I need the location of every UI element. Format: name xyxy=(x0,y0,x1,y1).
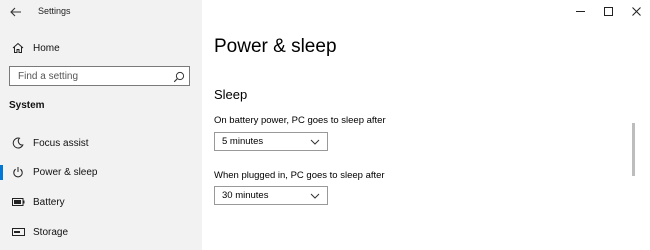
chevron-down-icon xyxy=(310,191,320,201)
section-title-sleep: Sleep xyxy=(214,87,248,102)
battery-icon xyxy=(11,195,25,209)
maximize-button[interactable] xyxy=(594,0,622,24)
window-controls xyxy=(566,0,650,26)
power-icon xyxy=(11,165,25,179)
minimize-button[interactable] xyxy=(566,0,594,24)
sidebar-item-storage[interactable]: Storage xyxy=(0,220,202,244)
titlebar: Settings xyxy=(0,0,202,26)
sidebar-item-focus-assist[interactable]: Focus assist xyxy=(0,131,202,155)
plugged-sleep-dropdown[interactable]: 30 minutes xyxy=(214,186,328,205)
sidebar-item-label: Battery xyxy=(33,196,65,208)
sidebar: Settings Home System Focus assist Power … xyxy=(0,0,202,250)
back-button[interactable] xyxy=(6,3,26,23)
dropdown-value: 5 minutes xyxy=(222,136,264,147)
scrollbar[interactable] xyxy=(632,123,635,176)
moon-icon xyxy=(11,136,25,150)
plugged-sleep-label: When plugged in, PC goes to sleep after xyxy=(214,170,385,181)
search-input[interactable] xyxy=(10,67,178,85)
storage-icon xyxy=(11,225,25,239)
close-icon xyxy=(631,3,641,21)
sidebar-item-label: Home xyxy=(33,42,60,54)
sidebar-item-battery[interactable]: Battery xyxy=(0,190,202,214)
sidebar-item-home[interactable]: Home xyxy=(0,36,202,60)
search-box[interactable] xyxy=(9,66,190,86)
home-icon xyxy=(11,41,25,55)
section-header-system: System xyxy=(9,100,45,111)
page-title: Power & sleep xyxy=(214,36,337,57)
app-title: Settings xyxy=(38,6,71,16)
search-icon[interactable] xyxy=(173,70,185,83)
sidebar-item-label: Focus assist xyxy=(33,137,89,149)
maximize-icon xyxy=(603,3,613,21)
battery-sleep-dropdown[interactable]: 5 minutes xyxy=(214,132,328,151)
chevron-down-icon xyxy=(310,137,320,147)
dropdown-value: 30 minutes xyxy=(222,190,269,201)
sidebar-item-label: Storage xyxy=(33,226,69,238)
battery-sleep-label: On battery power, PC goes to sleep after xyxy=(214,115,386,126)
close-button[interactable] xyxy=(622,0,650,24)
sidebar-item-label: Power & sleep xyxy=(33,166,98,178)
minimize-icon xyxy=(575,3,585,21)
back-arrow-icon xyxy=(10,4,22,22)
sidebar-item-power-sleep[interactable]: Power & sleep xyxy=(0,160,202,184)
